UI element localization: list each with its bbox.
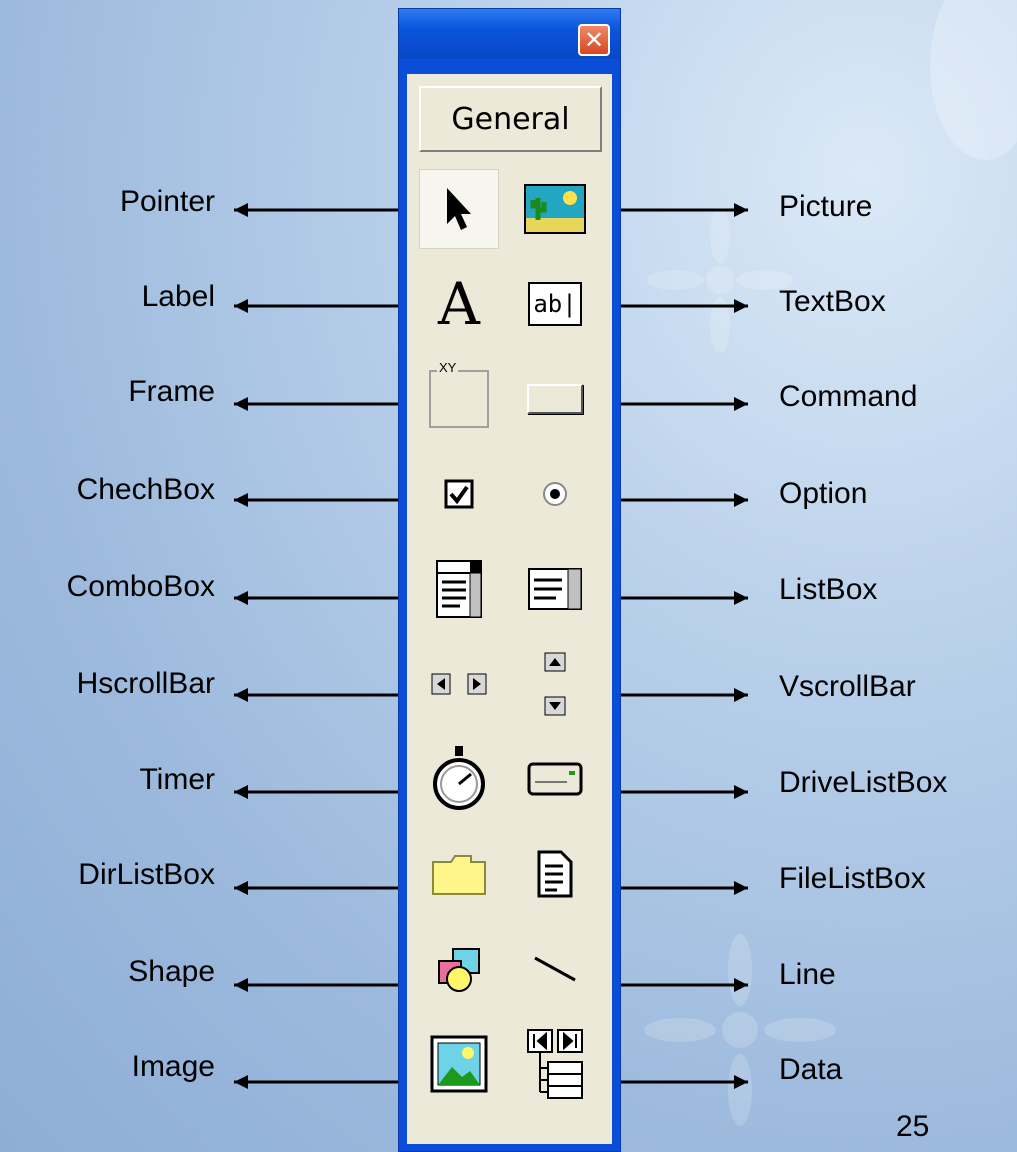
picture-icon (524, 184, 586, 234)
dirlistbox-tool[interactable] (419, 834, 499, 914)
arrow-left-0 (234, 203, 398, 217)
label-command: Command (779, 380, 918, 413)
close-button[interactable]: ✕ (578, 24, 610, 56)
label-listbox: ListBox (779, 573, 878, 606)
line-tool[interactable] (515, 929, 595, 1009)
textbox-icon: ab| (528, 282, 582, 326)
label-icon: A (438, 270, 480, 338)
label-option: Option (779, 477, 868, 510)
label-combobox: ComboBox (66, 570, 215, 603)
listbox-tool[interactable] (515, 549, 595, 629)
general-tab-button[interactable]: General (419, 86, 602, 152)
checkbox-tool[interactable] (419, 454, 499, 534)
arrow-left-9 (234, 1075, 398, 1089)
arrow-left-5 (234, 688, 398, 702)
data-icon (527, 1029, 583, 1099)
label-picture: Picture (779, 190, 873, 223)
image-icon (430, 1035, 488, 1093)
background-blob (930, 0, 1017, 160)
frame-icon-text: XY (437, 360, 459, 375)
label-timer: Timer (139, 763, 215, 796)
frame-tool[interactable]: XY (419, 359, 499, 439)
arrow-left-7 (234, 881, 398, 895)
drivelistbox-icon (527, 762, 583, 796)
label-filelistbox: FileListBox (779, 862, 926, 895)
toolbox-window: ✕ General A ab| XY (398, 8, 621, 1152)
frame-icon: XY (429, 360, 489, 428)
arrow-left-3 (234, 493, 398, 507)
arrow-left-8 (234, 978, 398, 992)
textbox-tool[interactable]: ab| (515, 264, 595, 344)
option-button-icon (543, 482, 567, 506)
arrow-left-6 (234, 785, 398, 799)
picture-tool[interactable] (515, 169, 595, 249)
label-hscrollbar: HscrollBar (76, 667, 215, 700)
checkbox-icon (444, 479, 474, 509)
shape-icon (438, 948, 480, 992)
arrow-right-3 (621, 493, 748, 507)
pointer-icon (447, 188, 471, 230)
label-pointer: Pointer (119, 185, 215, 218)
command-button-icon (527, 384, 583, 414)
arrow-left-1 (234, 299, 398, 313)
label-image: Image (131, 1050, 215, 1083)
label-line: Line (779, 958, 836, 991)
timer-tool[interactable] (419, 739, 499, 819)
listbox-icon (528, 568, 582, 610)
line-icon (534, 956, 576, 982)
label-frame: Frame (128, 375, 215, 408)
arrow-right-5 (621, 688, 748, 702)
option-button-tool[interactable] (515, 454, 595, 534)
drivelistbox-tool[interactable] (515, 739, 595, 819)
combobox-icon (436, 560, 482, 618)
dirlistbox-icon (432, 855, 486, 895)
pointer-tool[interactable] (419, 169, 499, 249)
label-shape: Shape (128, 955, 215, 988)
label-drivelistbox: DriveListBox (779, 766, 948, 799)
combobox-tool[interactable] (419, 549, 499, 629)
label-label: Label (141, 280, 215, 313)
data-tool[interactable] (515, 1024, 595, 1104)
filelistbox-icon (537, 850, 573, 898)
label-textbox: TextBox (779, 285, 886, 318)
background-flower-decoration (647, 207, 793, 353)
textbox-icon-text: ab| (533, 290, 577, 318)
label-tool[interactable]: A (419, 264, 499, 344)
hscrollbar-tool[interactable] (419, 644, 499, 724)
filelistbox-tool[interactable] (515, 834, 595, 914)
arrow-left-4 (234, 591, 398, 605)
arrow-left-2 (234, 397, 398, 411)
timer-icon (433, 746, 485, 810)
shape-tool[interactable] (419, 929, 499, 1009)
label-dirlistbox: DirListBox (78, 858, 215, 891)
vscrollbar-icon (544, 652, 566, 716)
arrow-right-6 (621, 785, 748, 799)
hscrollbar-icon (431, 673, 487, 695)
image-tool[interactable] (419, 1024, 499, 1104)
close-icon: ✕ (583, 26, 605, 54)
command-button-tool[interactable] (515, 359, 595, 439)
label-vscrollbar: VscrollBar (779, 670, 916, 703)
label-checkbox: ChechBox (76, 473, 215, 506)
arrow-right-2 (621, 397, 748, 411)
arrow-right-4 (621, 591, 748, 605)
page-number: 25 (896, 1110, 930, 1143)
arrow-right-7 (621, 881, 748, 895)
toolbox-panel: General A ab| XY (407, 74, 612, 1144)
label-data: Data (779, 1053, 843, 1086)
vscrollbar-tool[interactable] (515, 644, 595, 724)
